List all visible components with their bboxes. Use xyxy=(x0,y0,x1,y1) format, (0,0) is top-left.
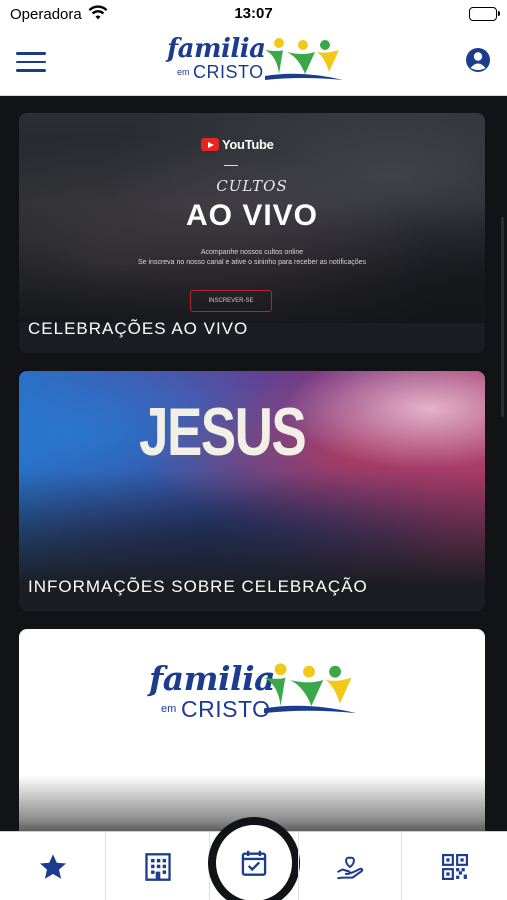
profile-button[interactable] xyxy=(465,47,491,73)
youtube-text: YouTube xyxy=(222,137,274,152)
status-time: 13:07 xyxy=(234,5,273,22)
menu-button[interactable] xyxy=(16,52,46,74)
youtube-logo: YouTube xyxy=(201,137,274,152)
logo-em-text: em xyxy=(177,67,190,77)
scrollbar[interactable] xyxy=(501,217,504,417)
logo-figures-icon xyxy=(263,663,357,714)
banner-cultos: CULTOS xyxy=(216,177,288,195)
youtube-play-icon xyxy=(201,138,219,151)
user-icon xyxy=(466,48,490,72)
card-celebration-info[interactable]: JESUS INFORMAÇÕES SOBRE CELEBRAÇÃO xyxy=(19,371,485,611)
banner-subscribe-label: INSCREVER-SE xyxy=(190,290,272,312)
star-icon xyxy=(39,853,66,879)
tab-qr[interactable] xyxy=(402,832,507,900)
banner-jesus: JESUS xyxy=(139,394,307,470)
qr-code-icon xyxy=(441,853,468,880)
card-logo: familia em CRISTO xyxy=(147,659,357,729)
heart-hand-icon xyxy=(337,856,364,879)
banner-ao-vivo: AO VIVO xyxy=(185,199,319,232)
logo-familia-text: familia xyxy=(149,659,276,698)
tab-calendar[interactable] xyxy=(208,817,300,900)
divider xyxy=(224,165,238,166)
logo-cristo-text: CRISTO xyxy=(193,62,264,82)
calendar-check-icon xyxy=(241,850,267,876)
app-header: familia em CRISTO xyxy=(0,30,507,96)
banner-line-1: Acompanhe nossos cultos online xyxy=(200,249,304,256)
tab-favorites[interactable] xyxy=(0,832,106,900)
tab-donate[interactable] xyxy=(298,832,402,900)
hamburger-icon xyxy=(16,52,46,55)
bottom-tab-bar xyxy=(0,817,507,900)
card-title: CELEBRAÇÕES AO VIVO xyxy=(28,319,249,338)
status-bar: Operadora 13:07 xyxy=(0,0,507,30)
logo-em-text: em xyxy=(161,703,177,715)
banner-line-2: Se inscreva no nosso canal e ative o sin… xyxy=(137,259,367,266)
app-logo: familia em CRISTO xyxy=(165,34,345,90)
card-familia-em-cristo[interactable]: familia em CRISTO xyxy=(19,629,485,831)
logo-cristo-text: CRISTO xyxy=(181,696,271,722)
tab-church[interactable] xyxy=(106,832,210,900)
card-title: INFORMAÇÕES SOBRE CELEBRAÇÃO xyxy=(28,577,368,596)
building-icon xyxy=(144,852,171,881)
logo-familia-text: familia xyxy=(167,34,266,64)
logo-figures-icon xyxy=(265,38,343,80)
card-live-celebrations[interactable]: YouTube CULTOS AO VIVO Acompanhe nossos … xyxy=(19,113,485,353)
battery-icon xyxy=(469,7,500,21)
content-scroll[interactable]: YouTube CULTOS AO VIVO Acompanhe nossos … xyxy=(0,97,507,831)
